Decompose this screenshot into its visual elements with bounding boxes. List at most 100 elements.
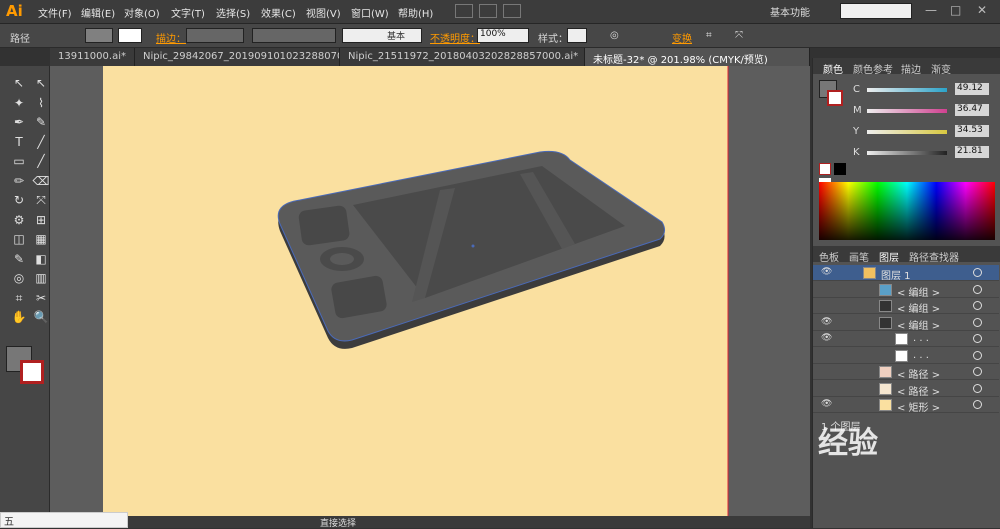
zoom-tool-icon[interactable]: 🔍 — [32, 308, 50, 326]
color-panel-tab[interactable]: 颜色参考 — [853, 61, 893, 76]
stroke-label[interactable]: 描边： — [156, 30, 186, 45]
menu-item[interactable]: 文件(F) — [38, 5, 72, 20]
menu-item[interactable]: 帮助(H) — [398, 5, 433, 20]
recolor-icon[interactable]: ◎ — [610, 30, 619, 41]
style-swatch[interactable] — [567, 28, 587, 43]
menu-item[interactable]: 对象(O) — [124, 5, 160, 20]
selection-tool-icon[interactable]: ↖ — [10, 74, 28, 92]
gradient-tool-icon[interactable]: ◧ — [32, 250, 50, 268]
transform-label[interactable]: 变换 — [672, 30, 692, 45]
target-circle-icon[interactable] — [973, 400, 982, 409]
menu-item[interactable]: 编辑(E) — [81, 5, 115, 20]
type-tool-icon[interactable]: T — [10, 133, 28, 151]
stroke-weight[interactable] — [186, 28, 244, 43]
cmyk-slider-row[interactable]: Y 34.53 — [853, 125, 993, 138]
ime-toolbar[interactable]: 五 — [0, 512, 128, 528]
document-tab[interactable]: Nipic_29842067_20190910102328807000.ai* — [135, 48, 340, 66]
slider-track[interactable] — [867, 130, 947, 134]
opacity-label[interactable]: 不透明度： — [430, 30, 480, 45]
lasso-tool-icon[interactable]: ⌇ — [32, 94, 50, 112]
shape-builder-tool-icon[interactable]: ◫ — [10, 230, 28, 248]
scale-tool-icon[interactable]: ⤧ — [32, 191, 50, 209]
layers-panel-tab[interactable]: 路径查找器 — [909, 249, 959, 264]
slider-track[interactable] — [867, 88, 947, 92]
perspective-tool-icon[interactable]: ▦ — [32, 230, 50, 248]
isolate-icon[interactable]: ⤧ — [735, 30, 743, 41]
document-tab[interactable]: 未标题-32* @ 201.98% (CMYK/预览) — [585, 48, 810, 66]
layer-row[interactable]: < 路径 > — [813, 381, 999, 398]
pencil-tool-icon[interactable]: ✏ — [10, 172, 28, 190]
target-circle-icon[interactable] — [973, 301, 982, 310]
layers-panel-tab[interactable]: 色板 — [819, 249, 839, 264]
warp-tool-icon[interactable]: ⚙ — [10, 211, 28, 229]
target-circle-icon[interactable] — [973, 284, 982, 294]
layers-panel-tab[interactable]: 图层 — [879, 249, 899, 264]
arrange-icons[interactable] — [455, 4, 527, 21]
layer-row[interactable]: . . . — [813, 348, 999, 364]
symbol-tool-icon[interactable]: ⌗ — [10, 289, 28, 307]
slider-value[interactable]: 36.47 — [955, 104, 989, 116]
rotate-tool-icon[interactable]: ↻ — [10, 191, 28, 209]
layers-panel-tab[interactable]: 画笔 — [849, 249, 869, 264]
fill-swatch[interactable] — [85, 28, 113, 43]
menu-item[interactable]: 选择(S) — [216, 5, 250, 20]
color-spectrum[interactable] — [819, 182, 995, 240]
graph-tool-icon[interactable]: ✂ — [32, 289, 50, 307]
mesh-tool-icon[interactable]: ✎ — [10, 250, 28, 268]
slider-value[interactable]: 49.12 — [955, 83, 989, 95]
minimize-icon[interactable]: — — [925, 3, 937, 17]
target-circle-icon[interactable] — [973, 317, 982, 327]
stroke-swatch[interactable] — [118, 28, 142, 43]
rectangle-tool-icon[interactable]: ▭ — [10, 152, 28, 170]
magic-wand-tool-icon[interactable]: ✦ — [10, 94, 28, 112]
eraser-tool-icon[interactable]: ⌫ — [32, 172, 50, 190]
menu-item[interactable]: 视图(V) — [306, 5, 341, 20]
brush-style[interactable]: 基本 — [342, 28, 422, 43]
color-panel-tab[interactable]: 颜色 — [823, 61, 843, 76]
eye-icon[interactable]: 👁 — [821, 317, 832, 327]
paintbrush-tool-icon[interactable]: ╱ — [32, 152, 50, 170]
layer-row[interactable]: < 编组 > — [813, 298, 999, 315]
line-tool-icon[interactable]: ╱ — [32, 133, 50, 151]
cmyk-slider-row[interactable]: K 21.81 — [853, 146, 993, 159]
slider-track[interactable] — [867, 109, 947, 113]
direct-selection-tool-icon[interactable]: ↖ — [32, 74, 50, 92]
color-stroke-swatch[interactable] — [827, 90, 843, 106]
tablet-artwork[interactable] — [50, 66, 810, 516]
menu-item[interactable]: 效果(C) — [261, 5, 296, 20]
eye-icon[interactable]: 👁 — [821, 399, 832, 409]
color-panel-tab[interactable]: 描边 — [901, 61, 921, 76]
layer-row[interactable]: 👁 < 编组 > — [813, 315, 999, 332]
eye-icon[interactable]: 👁 — [821, 267, 832, 277]
align-icon[interactable]: ⌗ — [706, 30, 712, 41]
layer-row[interactable]: 👁 图层 1 — [813, 265, 999, 282]
layer-row[interactable]: 👁 < 矩形 > — [813, 397, 999, 414]
document-tab[interactable]: Nipic_21511972_20180403202828857000.ai* — [340, 48, 585, 66]
cmyk-slider-row[interactable]: C 49.12 — [853, 83, 993, 96]
maximize-icon[interactable]: □ — [950, 3, 961, 17]
slider-track[interactable] — [867, 151, 947, 155]
workspace-switcher[interactable]: 基本功能 — [770, 4, 810, 19]
eye-icon[interactable]: 👁 — [821, 333, 832, 343]
target-circle-icon[interactable] — [973, 383, 982, 393]
menu-item[interactable]: 窗口(W) — [351, 5, 389, 20]
hand-tool-icon[interactable]: ✋ — [10, 308, 28, 326]
target-circle-icon[interactable] — [973, 268, 982, 277]
free-transform-tool-icon[interactable]: ⊞ — [32, 211, 50, 229]
target-circle-icon[interactable] — [973, 350, 982, 360]
stroke-color-box[interactable] — [20, 360, 44, 384]
none-swatches[interactable] — [819, 163, 859, 190]
variable-width[interactable] — [252, 28, 336, 43]
eyedropper-tool-icon[interactable]: ◎ — [10, 269, 28, 287]
layer-row[interactable]: < 编组 > — [813, 282, 999, 299]
search-input[interactable] — [840, 3, 912, 19]
opacity-field[interactable]: 100% — [477, 28, 529, 43]
layer-row[interactable]: < 路径 > — [813, 364, 999, 381]
layer-row[interactable]: 👁 . . . — [813, 331, 999, 347]
slider-value[interactable]: 21.81 — [955, 146, 989, 158]
cmyk-slider-row[interactable]: M 36.47 — [853, 104, 993, 117]
close-icon[interactable]: ✕ — [977, 3, 987, 17]
blend-tool-icon[interactable]: ▥ — [32, 269, 50, 287]
target-circle-icon[interactable] — [973, 367, 982, 376]
document-tab[interactable]: 13911000.ai* — [50, 48, 135, 66]
